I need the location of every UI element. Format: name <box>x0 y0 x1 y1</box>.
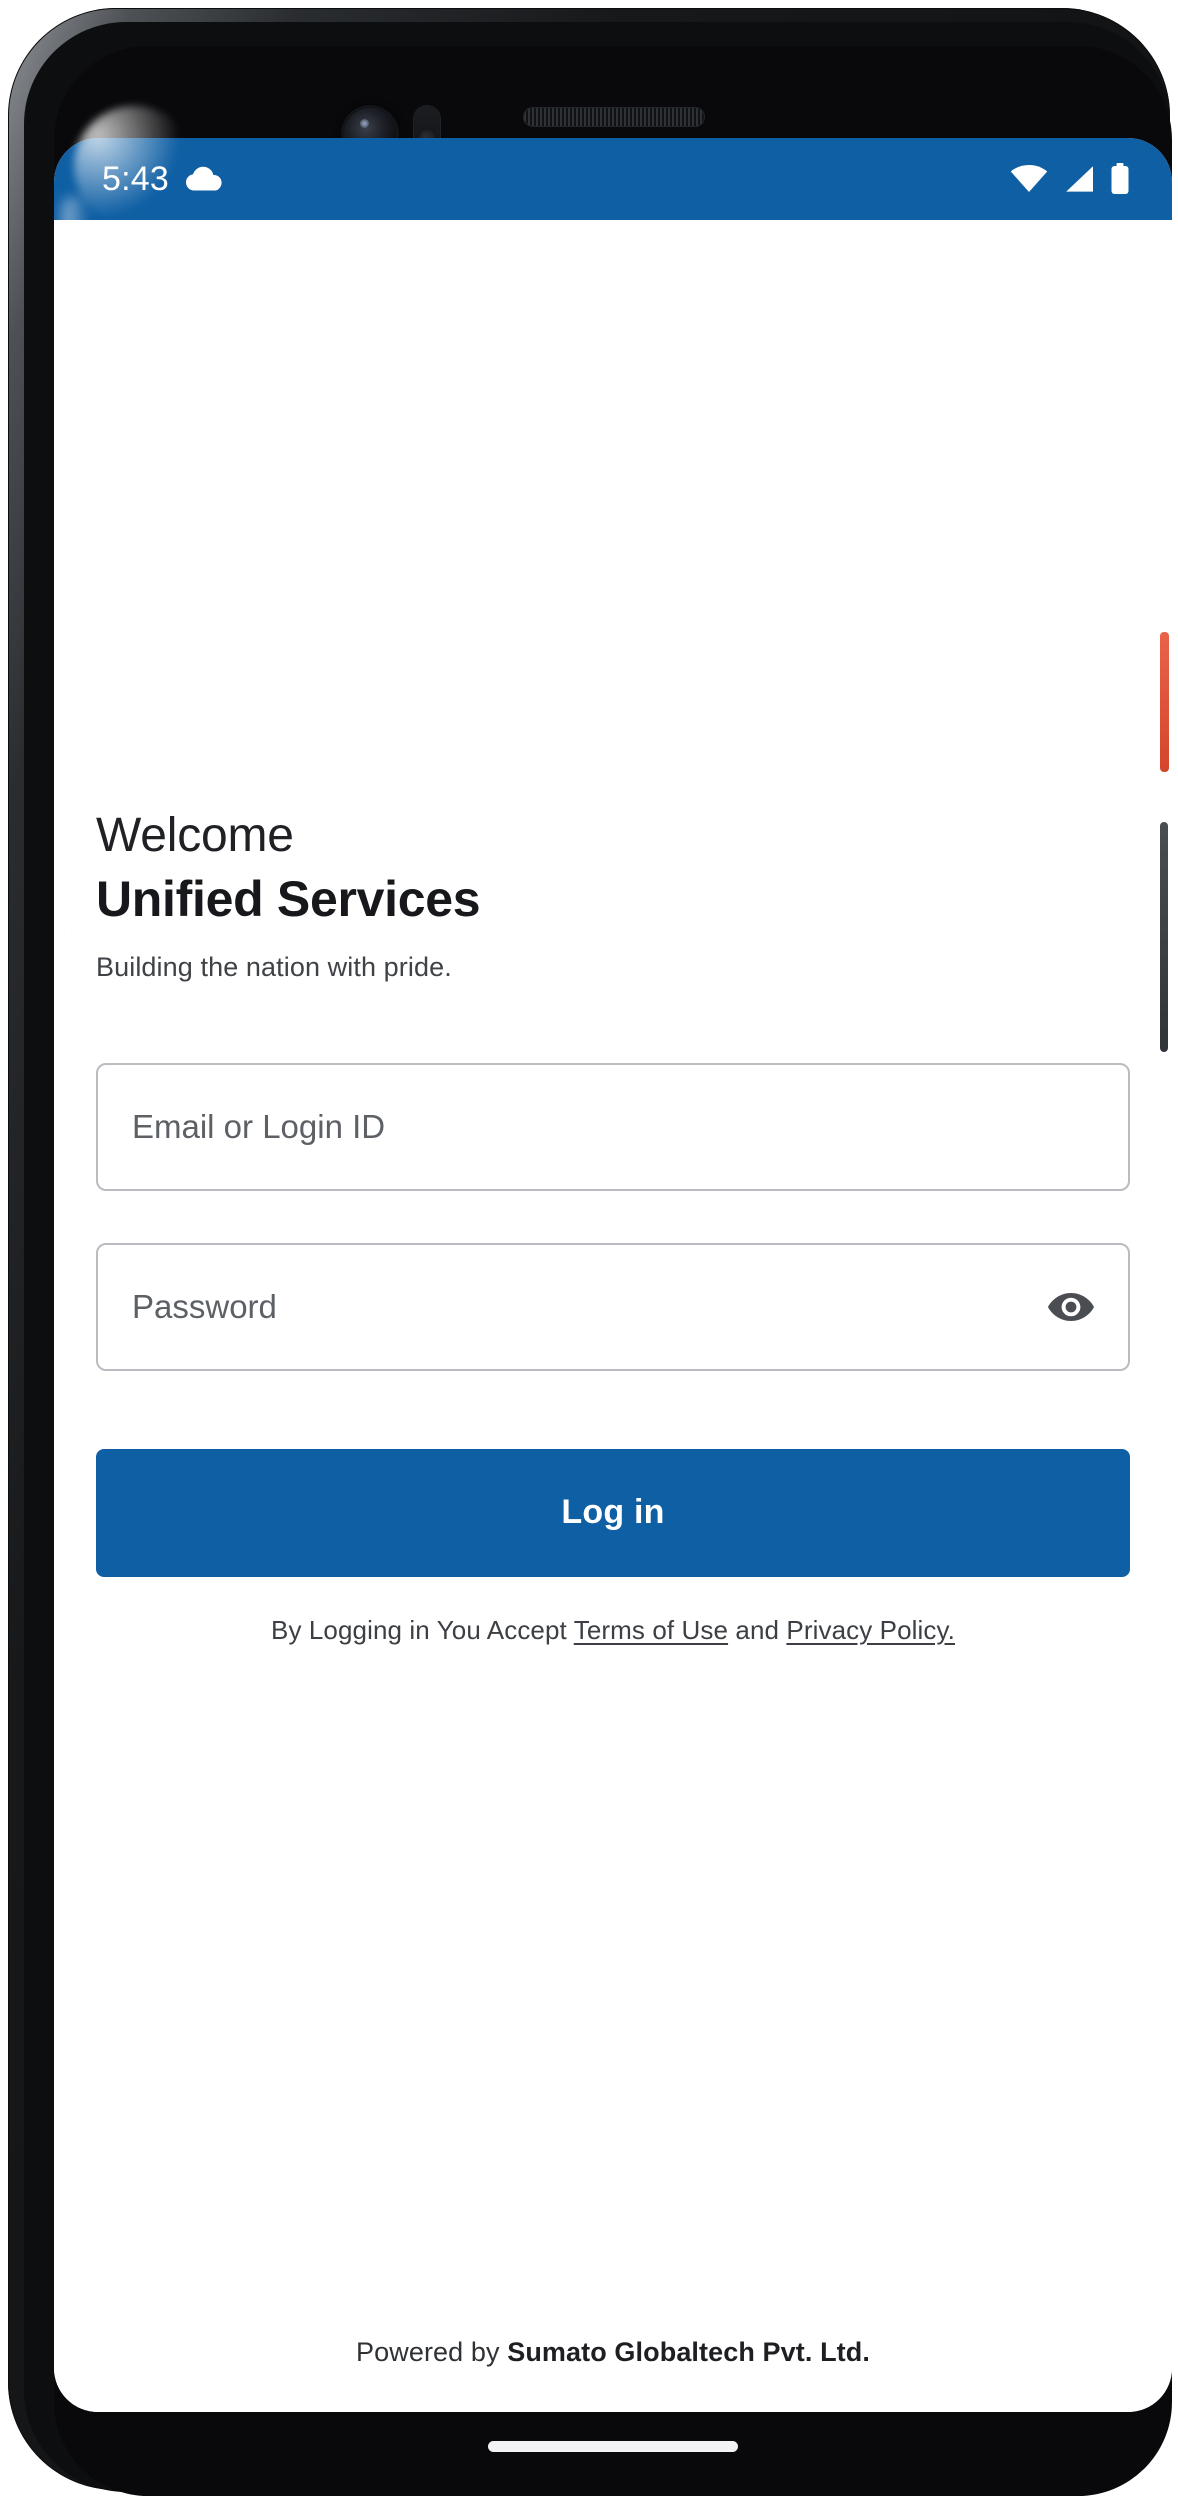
powered-by-footer: Powered by Sumato Globaltech Pvt. Ltd. <box>96 2337 1130 2412</box>
power-button[interactable] <box>1160 632 1169 772</box>
eye-icon <box>1047 1290 1095 1324</box>
battery-icon <box>1110 163 1130 195</box>
top-spacer <box>96 220 1130 810</box>
gesture-navigation-bar[interactable] <box>488 2441 738 2452</box>
status-bar: 5:43 <box>54 138 1172 220</box>
login-screen-body: Welcome Unified Services Building the na… <box>54 220 1172 2412</box>
status-bar-right <box>1010 163 1130 195</box>
password-input[interactable] <box>132 1287 1094 1326</box>
login-button[interactable]: Log in <box>96 1448 1130 1577</box>
phone-frame-mid: 5:43 Welcome Unified Services Building t… <box>24 22 1172 2496</box>
email-input[interactable] <box>132 1107 1094 1146</box>
phone-frame-outer: 5:43 Welcome Unified Services Building t… <box>8 8 1172 2496</box>
password-field-wrapper[interactable] <box>96 1242 1130 1371</box>
powered-by-brand: Sumato Globaltech Pvt. Ltd. <box>507 2337 870 2367</box>
terms-of-use-link[interactable]: Terms of Use <box>574 1615 728 1645</box>
cloud-icon <box>185 166 223 192</box>
email-field-wrapper[interactable] <box>96 1062 1130 1191</box>
phone-bezel: 5:43 Welcome Unified Services Building t… <box>54 46 1172 2496</box>
volume-rocker-button[interactable] <box>1160 822 1168 1052</box>
login-form: Log in By Logging in You Accept Terms of… <box>96 1062 1130 1646</box>
device-stage: 5:43 Welcome Unified Services Building t… <box>0 0 1178 2498</box>
page-title-block: Welcome Unified Services Building the na… <box>96 809 1130 983</box>
toggle-password-visibility-button[interactable] <box>1044 1280 1098 1334</box>
cellular-signal-icon <box>1062 165 1096 193</box>
welcome-text: Welcome <box>96 809 294 862</box>
status-bar-clock: 5:43 <box>102 160 169 198</box>
bottom-spacer <box>96 1646 1130 2337</box>
tagline-text: Building the nation with pride. <box>96 951 452 982</box>
privacy-policy-link[interactable]: Privacy Policy. <box>786 1615 955 1645</box>
terms-prefix: By Logging in You Accept <box>271 1614 574 1645</box>
wifi-icon <box>1010 165 1048 193</box>
terms-conjunction: and <box>728 1614 787 1645</box>
brand-title: Unified Services <box>96 870 481 927</box>
terms-acceptance-text: By Logging in You Accept Terms of Use an… <box>96 1615 1130 1646</box>
earpiece-speaker-grille <box>524 108 704 126</box>
powered-by-prefix: Powered by <box>356 2337 508 2367</box>
status-bar-left: 5:43 <box>102 162 223 196</box>
app-screen: 5:43 Welcome Unified Services Building t… <box>54 138 1172 2412</box>
